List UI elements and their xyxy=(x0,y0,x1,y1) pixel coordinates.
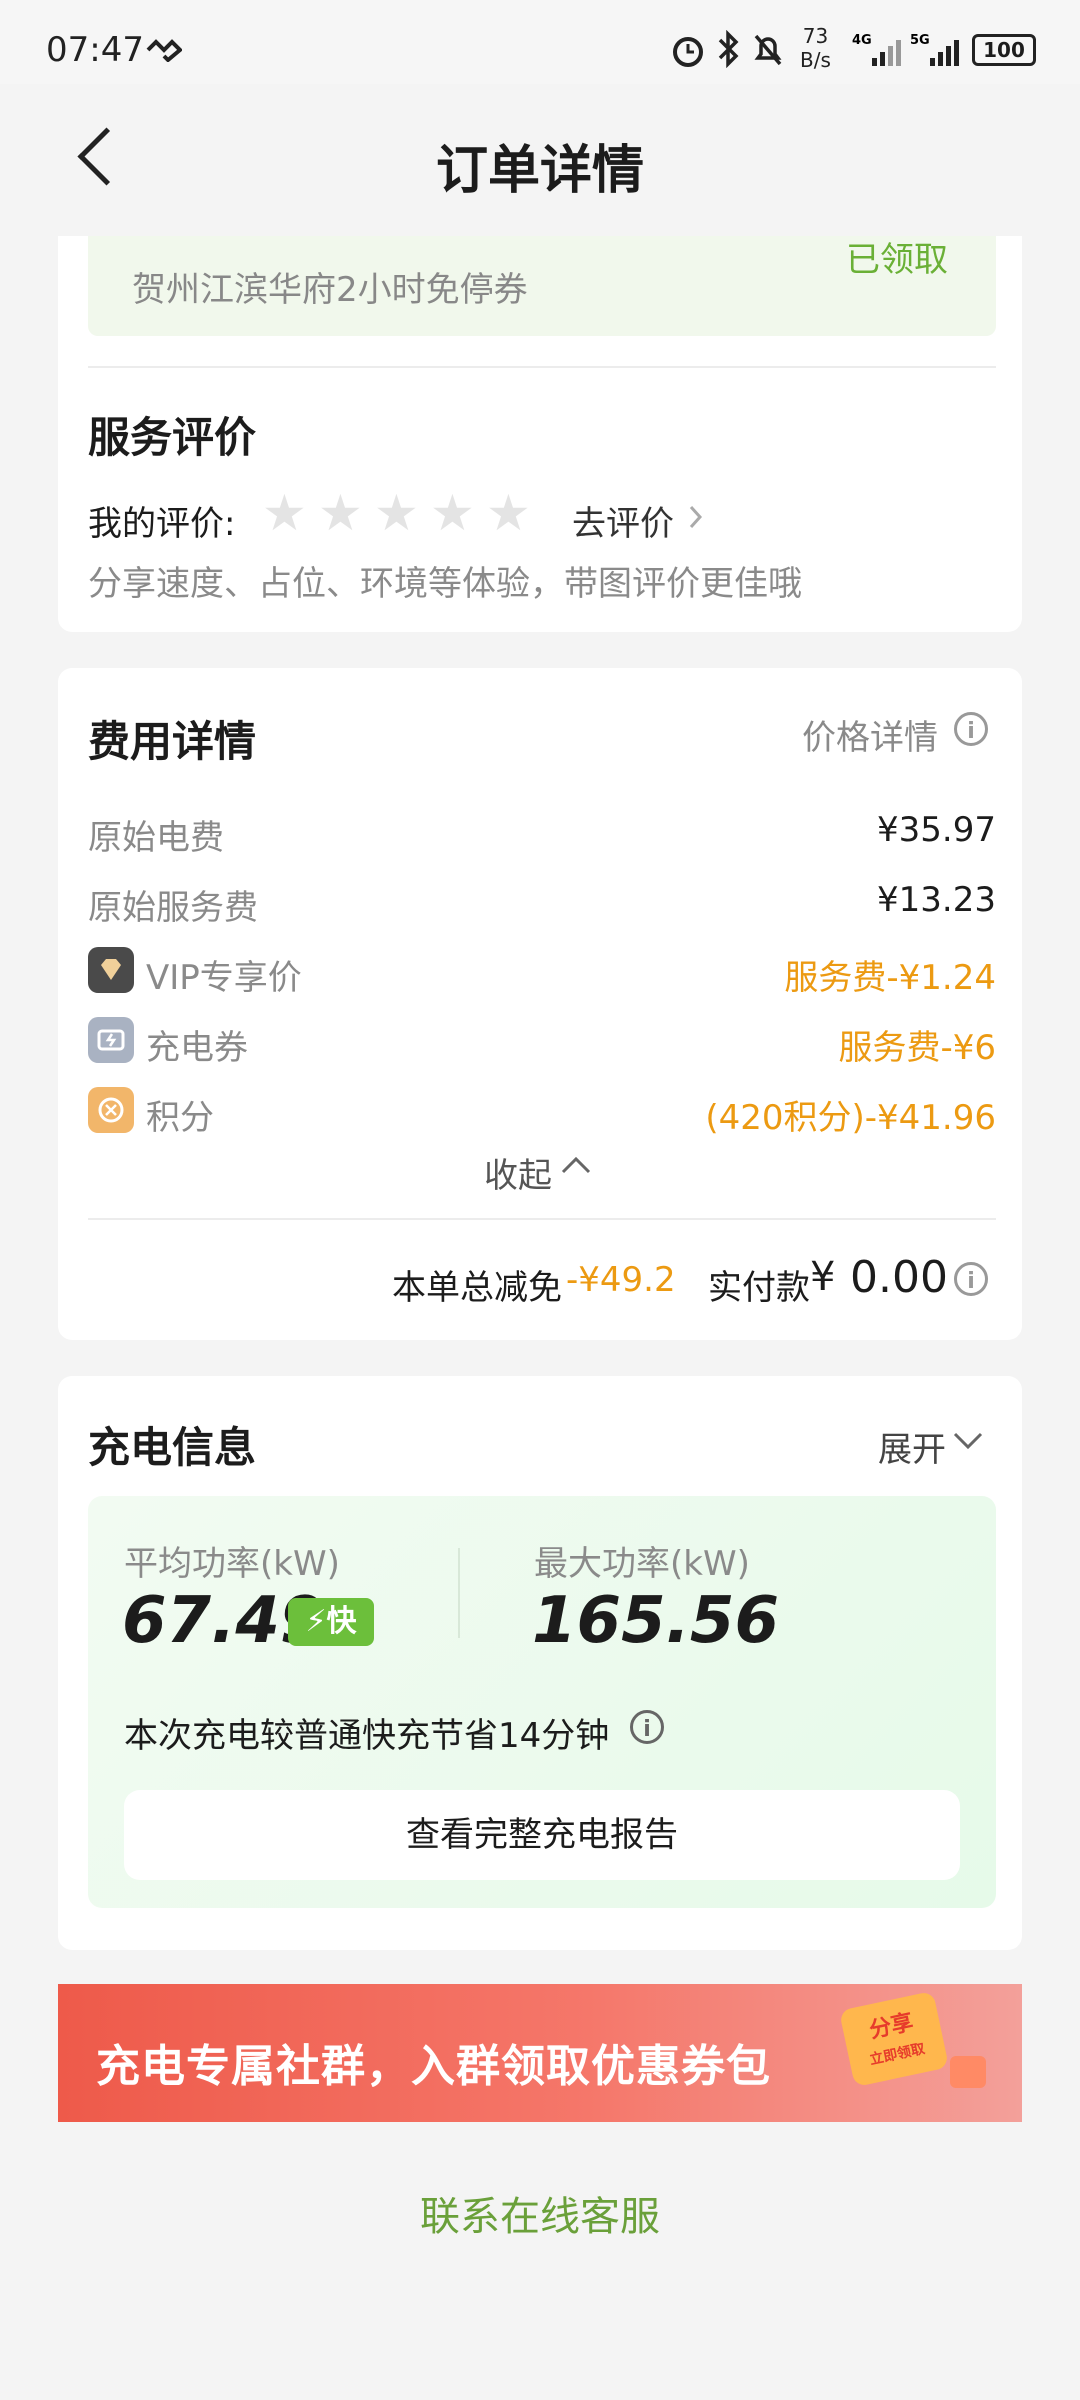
max-power-label: 最大功率(kW) xyxy=(534,1544,750,1584)
paid-label: 实付款 xyxy=(708,1268,810,1308)
price-detail-link[interactable]: 价格详情 xyxy=(802,710,938,759)
paid-currency: ¥ xyxy=(810,1254,836,1300)
total-discount-value: -¥49.2 xyxy=(566,1260,676,1300)
my-review-label: 我的评价: xyxy=(88,504,236,544)
signal-4g-icon: 4G xyxy=(852,33,901,66)
expand-button[interactable]: 展开 xyxy=(878,1422,946,1471)
coupon-text: 贺州江滨华府2小时免停券 xyxy=(132,270,528,310)
charging-title: 充电信息 xyxy=(88,1423,257,1472)
divider xyxy=(88,366,996,368)
fee-row-value: ¥13.23 xyxy=(877,880,996,920)
fee-row-value: ¥35.97 xyxy=(877,810,996,850)
charge-coupon-icon xyxy=(88,1017,134,1063)
chevron-right-icon xyxy=(689,505,703,529)
star-icon[interactable]: ★ xyxy=(262,484,307,542)
coupon-status: 已领取 xyxy=(846,240,948,280)
review-hint: 分享速度、占位、环境等体验，带图评价更佳哦 xyxy=(88,564,802,604)
paid-value: 0.00 xyxy=(850,1252,948,1303)
svg-text:5G: 5G xyxy=(910,33,930,48)
chevron-down-icon[interactable] xyxy=(952,1430,984,1452)
signal-heart-icon xyxy=(146,39,182,62)
svg-text:4G: 4G xyxy=(852,33,872,48)
divider xyxy=(88,1218,996,1220)
collapse-button[interactable]: 收起 xyxy=(484,1148,552,1197)
bell-off-icon xyxy=(754,34,782,66)
vip-diamond-icon xyxy=(88,947,134,993)
divider xyxy=(458,1548,460,1638)
battery-indicator: 100 xyxy=(972,34,1036,66)
alarm-icon xyxy=(673,37,703,67)
fee-row-value: 服务费-¥6 xyxy=(838,1028,996,1068)
star-icon[interactable]: ★ xyxy=(374,484,419,542)
info-icon[interactable]: i xyxy=(954,712,988,746)
contact-service-link[interactable]: 联系在线客服 xyxy=(0,2184,1080,2242)
fee-row-value: (420积分)-¥41.96 xyxy=(705,1098,996,1138)
fee-row-label: 原始服务费 xyxy=(88,888,258,928)
points-icon xyxy=(88,1087,134,1133)
info-icon[interactable]: i xyxy=(954,1262,988,1296)
max-power-value: 165.56 xyxy=(532,1584,779,1658)
total-discount-label: 本单总减免 xyxy=(392,1268,562,1308)
fee-row-value: 服务费-¥1.24 xyxy=(784,958,996,998)
time-saved-text: 本次充电较普通快充节省14分钟 xyxy=(124,1716,610,1756)
info-icon[interactable]: i xyxy=(630,1710,664,1744)
net-speed: 73 B/s xyxy=(800,24,831,72)
lightning-icon: ⚡ xyxy=(305,1604,327,1639)
view-report-button[interactable]: 查看完整充电报告 xyxy=(124,1790,960,1880)
star-icon[interactable]: ★ xyxy=(486,484,531,542)
review-title: 服务评价 xyxy=(88,413,257,462)
go-review-link[interactable]: 去评价 xyxy=(572,496,674,545)
star-icon[interactable]: ★ xyxy=(318,484,363,542)
bluetooth-icon xyxy=(718,30,739,68)
fee-title: 费用详情 xyxy=(88,717,257,766)
star-icon[interactable]: ★ xyxy=(430,484,475,542)
fee-row-label: 原始电费 xyxy=(88,818,224,858)
gift-box-icon xyxy=(950,2056,986,2088)
fee-row-label: VIP专享价 xyxy=(146,958,302,998)
signal-5g-icon: 5G xyxy=(910,33,959,66)
fee-row-label: 充电券 xyxy=(146,1028,248,1068)
status-time: 07:47 xyxy=(46,30,144,70)
avg-power-label: 平均功率(kW) xyxy=(124,1544,340,1584)
page-title: 订单详情 xyxy=(435,141,644,201)
banner-text: 充电专属社群，入群领取优惠券包 xyxy=(96,2041,771,2092)
fee-row-label: 积分 xyxy=(146,1098,214,1138)
fast-charge-tag: ⚡快 xyxy=(288,1598,374,1646)
chevron-up-icon[interactable] xyxy=(560,1154,592,1176)
